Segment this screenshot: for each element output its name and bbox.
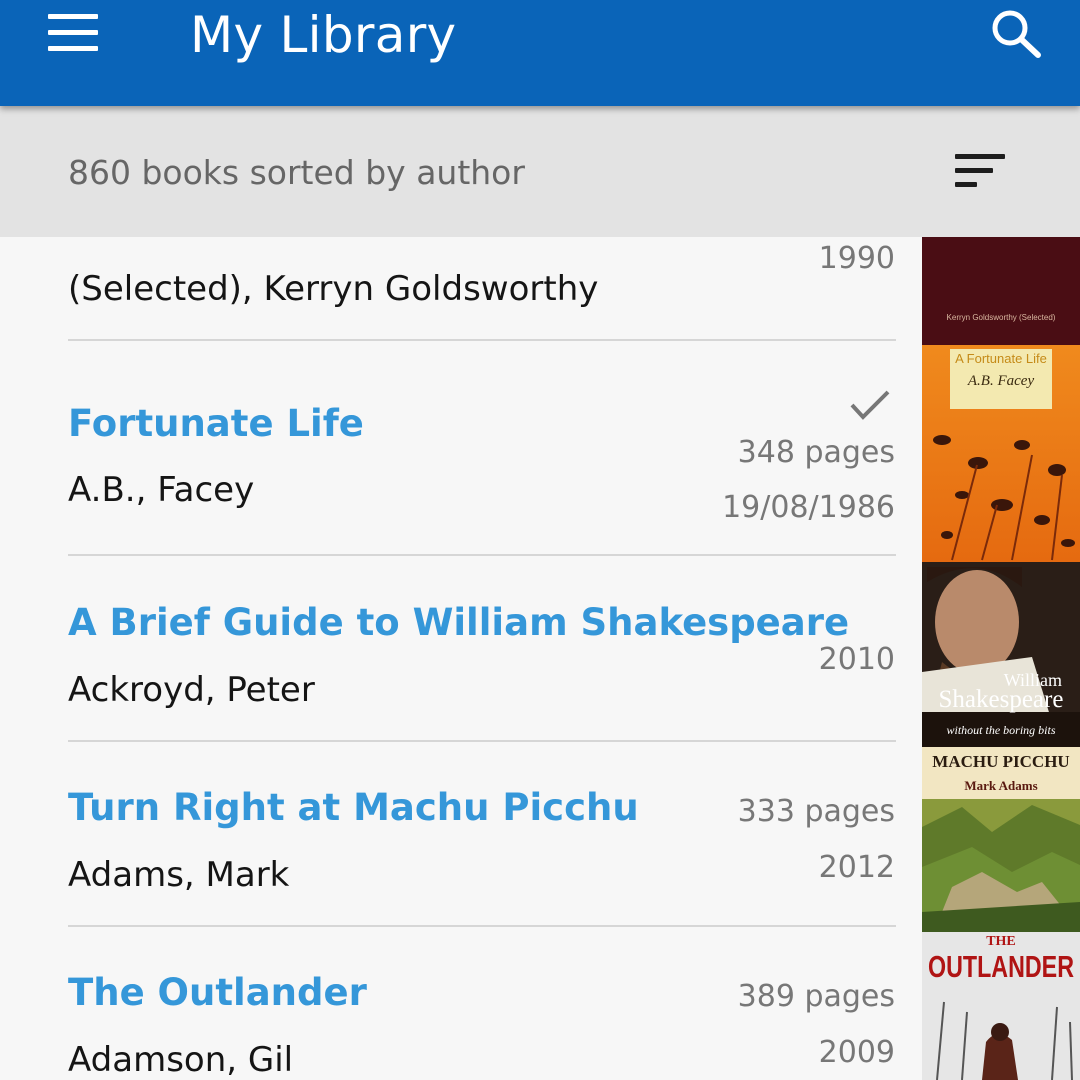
book-cover[interactable]: William Shakespeare without the boring b… <box>922 562 1080 747</box>
book-count-summary: 860 books sorted by author <box>68 153 525 192</box>
book-author: Adams, Mark <box>68 855 290 895</box>
book-year: 1990 <box>818 241 895 276</box>
book-cover[interactable]: THE OUTLANDER <box>922 932 1080 1080</box>
list-item[interactable]: The Outlander Adamson, Gil 389 pages 200… <box>0 927 1080 1080</box>
cover-author: A.B. Facey <box>967 373 1035 389</box>
book-title: Fortunate Life <box>68 402 364 445</box>
cover-author: Mark Adams <box>964 778 1037 793</box>
list-item[interactable]: (Selected), Kerryn Goldsworthy 1990 <box>0 237 1080 342</box>
check-icon <box>850 390 890 420</box>
list-item[interactable]: Turn Right at Machu Picchu Adams, Mark 3… <box>0 742 1080 927</box>
menu-icon[interactable] <box>48 14 98 52</box>
search-icon[interactable] <box>990 8 1042 58</box>
book-author: Ackroyd, Peter <box>68 670 315 710</box>
cover-title: MACHU PICCHU <box>932 752 1069 771</box>
book-cover[interactable]: A Fortunate Life A.B. Facey <box>922 345 1080 562</box>
book-year: 2012 <box>818 850 895 885</box>
book-title: A Brief Guide to William Shakespeare <box>68 601 850 644</box>
list-item[interactable]: Fortunate Life A.B., Facey 348 pages 19/… <box>0 342 1080 556</box>
sort-icon[interactable] <box>955 154 1005 190</box>
book-pages: 333 pages <box>737 794 895 829</box>
divider <box>68 339 896 341</box>
cover-subtitle: OUTLANDER <box>928 949 1074 984</box>
book-author: (Selected), Kerryn Goldsworthy <box>68 269 599 309</box>
divider <box>68 554 896 556</box>
book-year: 2009 <box>818 1035 895 1070</box>
list-item[interactable]: A Brief Guide to William Shakespeare Ack… <box>0 557 1080 742</box>
book-year: 2010 <box>818 642 895 677</box>
book-date: 19/08/1986 <box>722 490 895 525</box>
cover-text: Kerryn Goldsworthy (Selected) <box>947 313 1056 322</box>
page-title: My Library <box>190 6 457 64</box>
book-title: Turn Right at Machu Picchu <box>68 786 639 829</box>
cover-title: THE <box>986 934 1016 949</box>
book-author: Adamson, Gil <box>68 1040 294 1080</box>
app-bar: My Library <box>0 0 1080 106</box>
cover-tagline: without the boring bits <box>946 723 1055 737</box>
cover-title: A Fortunate Life <box>955 351 1047 366</box>
book-list[interactable]: (Selected), Kerryn Goldsworthy 1990 Fort… <box>0 237 1080 1080</box>
book-pages: 348 pages <box>737 435 895 470</box>
book-author: A.B., Facey <box>68 470 255 510</box>
book-pages: 389 pages <box>737 979 895 1014</box>
cover-subtitle: Shakespeare <box>939 686 1064 713</box>
book-title: The Outlander <box>68 971 367 1014</box>
book-cover[interactable]: Kerryn Goldsworthy (Selected) <box>922 237 1080 345</box>
book-cover[interactable]: MACHU PICCHU Mark Adams <box>922 747 1080 932</box>
